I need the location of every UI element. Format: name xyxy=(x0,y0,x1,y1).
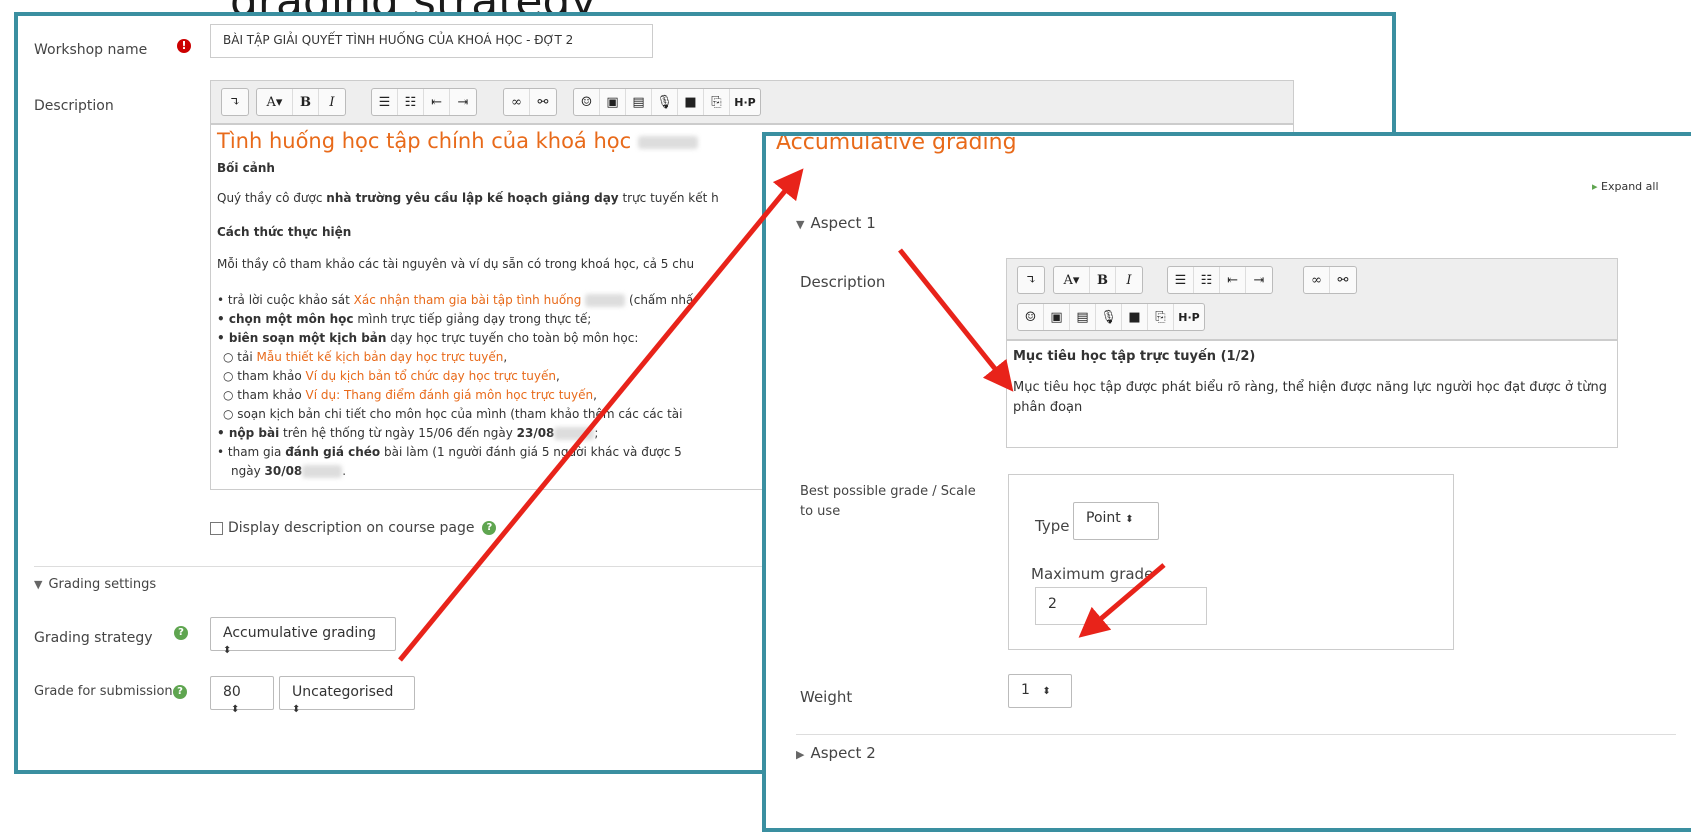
annotation-arrows xyxy=(398,168,1166,662)
arrow-type-to-maxgrade xyxy=(1078,563,1166,638)
arrow-aspect-to-editor xyxy=(898,248,1014,392)
arrow-strategy-to-panel xyxy=(398,168,804,662)
